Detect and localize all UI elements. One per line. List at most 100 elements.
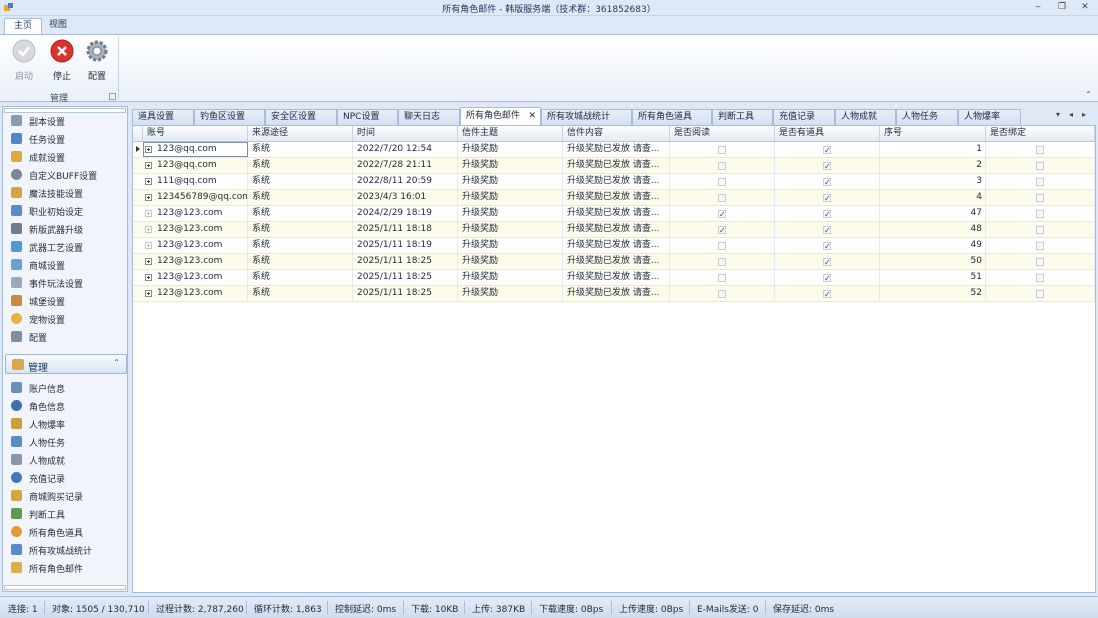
tab-chat-log[interactable]: 聊天日志 bbox=[398, 109, 460, 126]
tab-item-settings[interactable]: 道具设置 bbox=[132, 109, 194, 126]
cell-read[interactable] bbox=[670, 286, 775, 301]
nav-item-pet-settings[interactable]: 宠物设置 bbox=[3, 310, 127, 328]
checked-checkbox[interactable]: ✓ bbox=[823, 146, 831, 155]
cell-number[interactable]: 50 bbox=[880, 254, 986, 269]
column-header-subject[interactable]: 信件主题 bbox=[458, 126, 563, 142]
unchecked-checkbox[interactable] bbox=[1036, 194, 1044, 202]
cell-content[interactable]: 升级奖励已发放 请查... bbox=[563, 286, 670, 301]
nav-item-instance-settings[interactable]: 副本设置 bbox=[3, 112, 127, 130]
cell-subject[interactable]: 升级奖励 bbox=[458, 238, 563, 253]
cell-source[interactable]: 系统 bbox=[248, 286, 353, 301]
nav-item-castle-settings[interactable]: 城堡设置 bbox=[3, 292, 127, 310]
cell-bound[interactable] bbox=[986, 206, 1095, 221]
cell-read[interactable] bbox=[670, 174, 775, 189]
unchecked-checkbox[interactable] bbox=[718, 258, 726, 266]
tab-all-character-mail[interactable]: 所有角色邮件 ✕ bbox=[460, 107, 541, 126]
cell-subject[interactable]: 升级奖励 bbox=[458, 190, 563, 205]
cell-time[interactable]: 2022/7/20 12:54 bbox=[353, 142, 458, 157]
table-row[interactable]: 123@123.com 系统 2025/1/11 18:25 升级奖励 升级奖励已发放 … bbox=[133, 270, 1095, 286]
cell-account[interactable]: 123456789@qq.com bbox=[143, 190, 248, 205]
nav-group-manage[interactable]: 管理 ⌃ bbox=[5, 354, 127, 374]
checked-checkbox[interactable]: ✓ bbox=[718, 210, 726, 219]
column-header-content[interactable]: 信件内容 bbox=[563, 126, 670, 142]
tab-safezone-settings[interactable]: 安全区设置 bbox=[265, 109, 337, 126]
cell-has-item[interactable]: ✓ bbox=[775, 158, 880, 173]
tab-recharge-records[interactable]: 充值记录 bbox=[773, 109, 835, 126]
checked-checkbox[interactable]: ✓ bbox=[718, 226, 726, 235]
checked-checkbox[interactable]: ✓ bbox=[823, 242, 831, 251]
tab-character-achievements[interactable]: 人物成就 bbox=[835, 109, 896, 126]
column-header-time[interactable]: 时间 bbox=[353, 126, 458, 142]
nav-item-account-info[interactable]: 账户信息 bbox=[3, 379, 127, 397]
cell-source[interactable]: 系统 bbox=[248, 254, 353, 269]
unchecked-checkbox[interactable] bbox=[718, 242, 726, 250]
cell-subject[interactable]: 升级奖励 bbox=[458, 206, 563, 221]
cell-number[interactable]: 3 bbox=[880, 174, 986, 189]
unchecked-checkbox[interactable] bbox=[1036, 242, 1044, 250]
nav-item-siege-stats[interactable]: 所有攻城战统计 bbox=[3, 541, 127, 559]
cell-source[interactable]: 系统 bbox=[248, 222, 353, 237]
tab-all-character-items[interactable]: 所有角色道具 bbox=[632, 109, 712, 126]
cell-has-item[interactable]: ✓ bbox=[775, 254, 880, 269]
cell-content[interactable]: 升级奖励已发放 请查... bbox=[563, 142, 670, 157]
table-row[interactable]: 123@123.com 系统 2025/1/11 18:25 升级奖励 升级奖励已发放 … bbox=[133, 286, 1095, 302]
cell-subject[interactable]: 升级奖励 bbox=[458, 254, 563, 269]
cell-read[interactable] bbox=[670, 190, 775, 205]
table-row[interactable]: 123@123.com 系统 2025/1/11 18:19 升级奖励 升级奖励已发放 … bbox=[133, 238, 1095, 254]
cell-read[interactable] bbox=[670, 238, 775, 253]
checked-checkbox[interactable]: ✓ bbox=[823, 226, 831, 235]
cell-account[interactable]: 111@qq.com bbox=[143, 174, 248, 189]
cell-number[interactable]: 51 bbox=[880, 270, 986, 285]
nav-item-character-info[interactable]: 角色信息 bbox=[3, 397, 127, 415]
cell-source[interactable]: 系统 bbox=[248, 190, 353, 205]
table-row[interactable]: 123456789@qq.com 系统 2023/4/3 16:01 升级奖励 升级奖励… bbox=[133, 190, 1095, 206]
tab-siege-stats[interactable]: 所有攻城战统计 bbox=[541, 109, 632, 126]
nav-item-shop-settings[interactable]: 商城设置 bbox=[3, 256, 127, 274]
cell-number[interactable]: 2 bbox=[880, 158, 986, 173]
tab-fishing-settings[interactable]: 钓鱼区设置 bbox=[194, 109, 265, 126]
cell-subject[interactable]: 升级奖励 bbox=[458, 286, 563, 301]
nav-scroll-bottom[interactable] bbox=[4, 585, 126, 590]
cell-number[interactable]: 52 bbox=[880, 286, 986, 301]
unchecked-checkbox[interactable] bbox=[718, 162, 726, 170]
start-button[interactable]: 启动 bbox=[9, 39, 39, 82]
unchecked-checkbox[interactable] bbox=[1036, 274, 1044, 282]
checked-checkbox[interactable]: ✓ bbox=[823, 162, 831, 171]
nav-item-judge-tool[interactable]: 判断工具 bbox=[3, 505, 127, 523]
cell-account[interactable]: 123@123.com bbox=[143, 254, 248, 269]
cell-source[interactable]: 系统 bbox=[248, 142, 353, 157]
cell-has-item[interactable]: ✓ bbox=[775, 142, 880, 157]
cell-account[interactable]: 123@123.com bbox=[143, 238, 248, 253]
cell-source[interactable]: 系统 bbox=[248, 174, 353, 189]
cell-time[interactable]: 2022/7/28 21:11 bbox=[353, 158, 458, 173]
cell-has-item[interactable]: ✓ bbox=[775, 174, 880, 189]
cell-time[interactable]: 2023/4/3 16:01 bbox=[353, 190, 458, 205]
unchecked-checkbox[interactable] bbox=[718, 178, 726, 186]
cell-bound[interactable] bbox=[986, 158, 1095, 173]
cell-content[interactable]: 升级奖励已发放 请查... bbox=[563, 190, 670, 205]
tab-scroll-right-icon[interactable]: ▸ bbox=[1082, 110, 1086, 119]
cell-content[interactable]: 升级奖励已发放 请查... bbox=[563, 238, 670, 253]
nav-item-class-init[interactable]: 职业初始设定 bbox=[3, 202, 127, 220]
nav-item-magic-skill[interactable]: 魔法技能设置 bbox=[3, 184, 127, 202]
cell-read[interactable]: ✓ bbox=[670, 222, 775, 237]
cell-content[interactable]: 升级奖励已发放 请查... bbox=[563, 158, 670, 173]
nav-item-event-settings[interactable]: 事件玩法设置 bbox=[3, 274, 127, 292]
cell-time[interactable]: 2025/1/11 18:19 bbox=[353, 238, 458, 253]
cell-bound[interactable] bbox=[986, 174, 1095, 189]
cell-subject[interactable]: 升级奖励 bbox=[458, 158, 563, 173]
nav-item-quest-settings[interactable]: 任务设置 bbox=[3, 130, 127, 148]
tab-drop-rate[interactable]: 人物爆率 bbox=[958, 109, 1021, 126]
nav-item-character-quests[interactable]: 人物任务 bbox=[3, 433, 127, 451]
cell-content[interactable]: 升级奖励已发放 请查... bbox=[563, 206, 670, 221]
chevron-up-icon[interactable]: ⌃ bbox=[113, 358, 120, 367]
cell-source[interactable]: 系统 bbox=[248, 238, 353, 253]
cell-content[interactable]: 升级奖励已发放 请查... bbox=[563, 222, 670, 237]
cell-number[interactable]: 1 bbox=[880, 142, 986, 157]
cell-number[interactable]: 47 bbox=[880, 206, 986, 221]
nav-item-all-character-mail[interactable]: 所有角色邮件 bbox=[3, 559, 127, 577]
stop-button[interactable]: 停止 bbox=[47, 39, 77, 82]
unchecked-checkbox[interactable] bbox=[718, 146, 726, 154]
cell-read[interactable]: ✓ bbox=[670, 206, 775, 221]
unchecked-checkbox[interactable] bbox=[718, 274, 726, 282]
